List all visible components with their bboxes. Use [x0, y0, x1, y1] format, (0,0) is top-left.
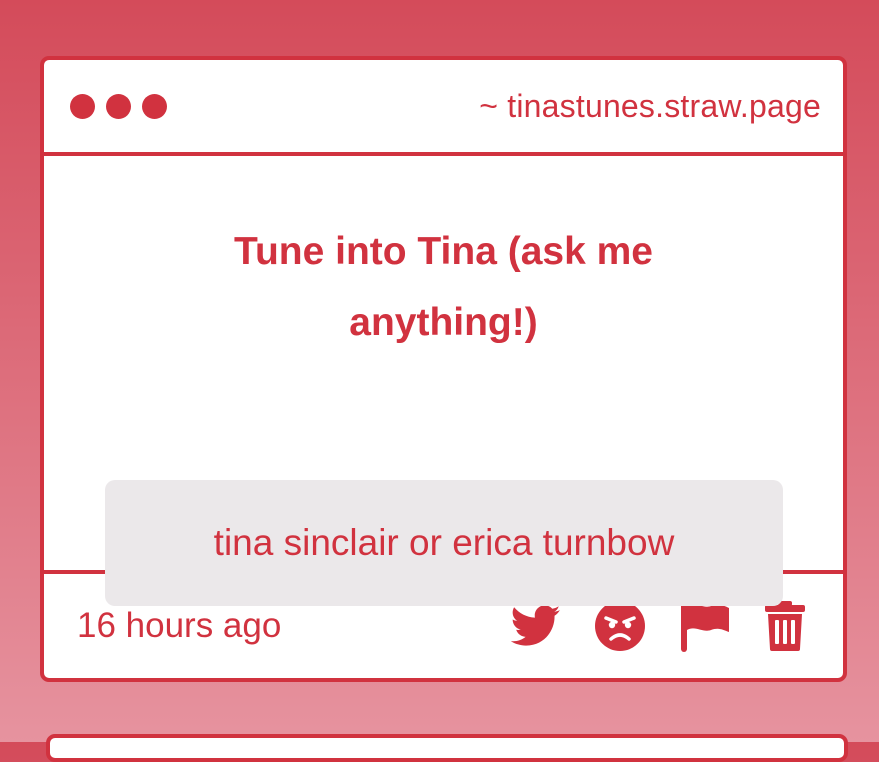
card-body: Tune into Tina (ask me anything!) tina s…	[44, 156, 843, 606]
twitter-share-button[interactable]	[511, 605, 561, 647]
window-dots	[70, 93, 167, 119]
question-card: ~ tinastunes.straw.page Tune into Tina (…	[40, 56, 847, 682]
answer-text: tina sinclair or erica turnbow	[213, 522, 675, 563]
window-dot	[106, 93, 131, 119]
page-url[interactable]: ~ tinastunes.straw.page	[479, 88, 821, 125]
delete-button[interactable]	[765, 601, 805, 651]
timestamp: 16 hours ago	[77, 606, 282, 645]
card-titlebar: ~ tinastunes.straw.page	[44, 60, 843, 156]
question-title: Tune into Tina (ask me anything!)	[234, 230, 653, 344]
angry-react-button[interactable]	[595, 601, 645, 651]
angry-face-icon	[595, 601, 645, 651]
next-question-card	[46, 734, 848, 762]
window-dot	[142, 93, 167, 119]
answer-box: tina sinclair or erica turnbow	[105, 480, 783, 606]
twitter-bird-icon	[511, 605, 561, 646]
flag-icon	[681, 602, 729, 652]
action-bar	[511, 600, 805, 652]
window-dot	[70, 93, 95, 119]
report-button[interactable]	[679, 600, 731, 652]
trash-icon	[765, 601, 805, 651]
